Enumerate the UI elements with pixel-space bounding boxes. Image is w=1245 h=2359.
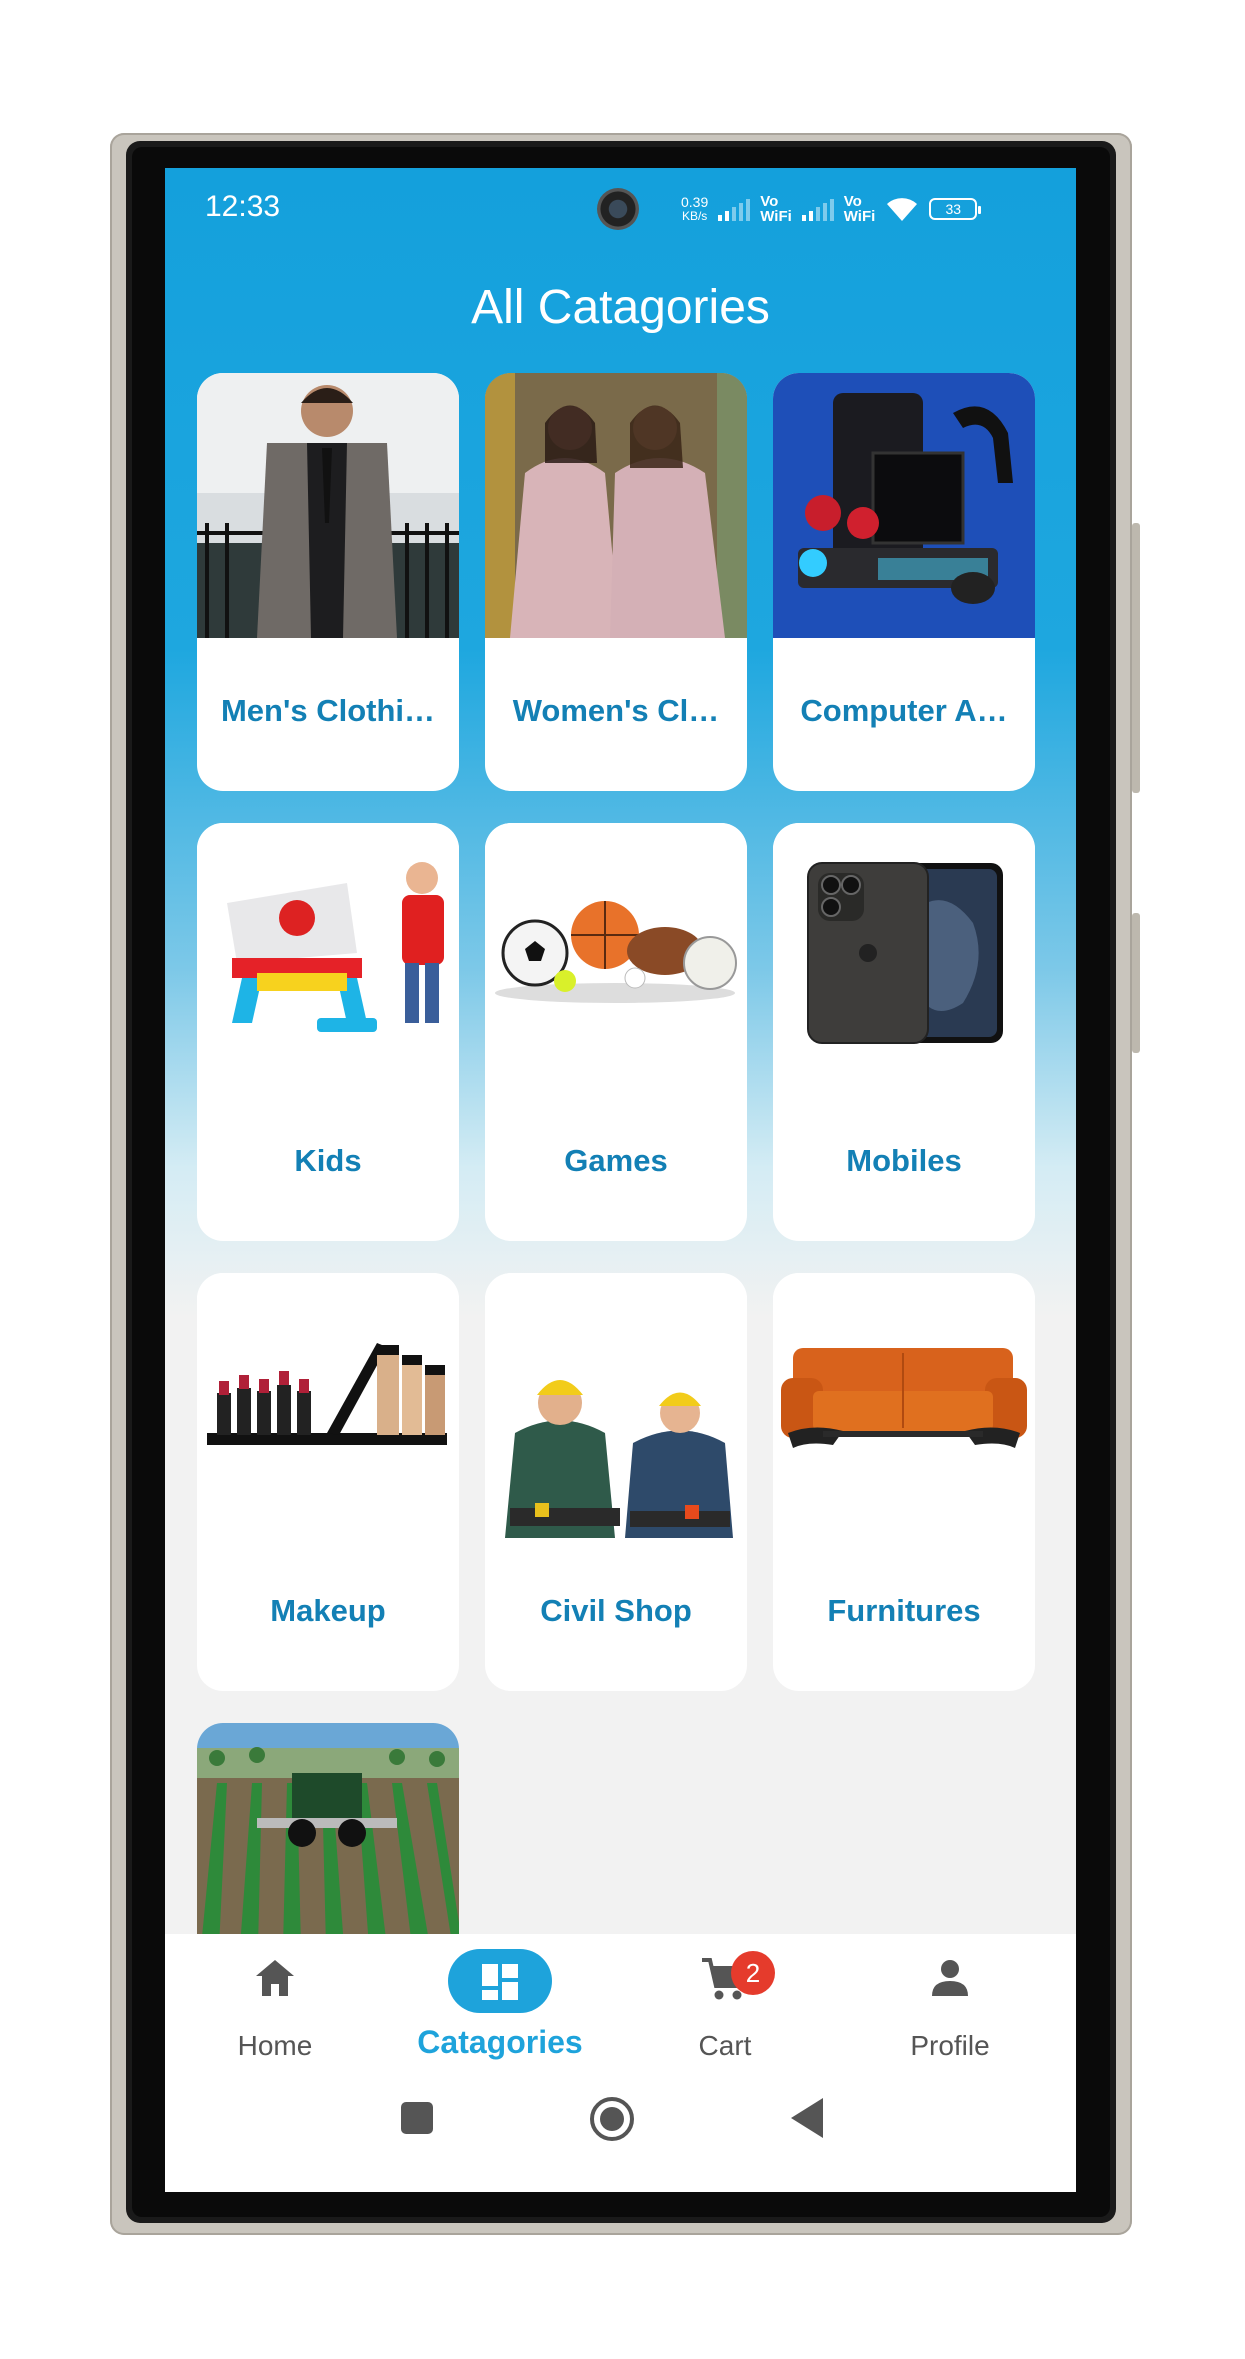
battery-level: 33 [945,201,962,217]
category-label: Men's Clothi… [220,693,436,728]
category-card-womens-clothing[interactable]: Women's Cl… [485,373,747,791]
recent-apps-icon[interactable] [399,2100,435,2136]
vowifi-icon-2: Vo WiFi [844,194,876,224]
nav-label: Catagories [417,2024,583,2060]
sofa-photo [773,1273,1035,1538]
volume-button [1132,523,1140,793]
category-label: Women's Cl… [512,693,720,728]
category-card-kids[interactable]: Kids [197,823,459,1241]
nav-label: Profile [910,2030,990,2061]
bottom-navigation: Home Catagories 2 Cart Profile [165,1934,1076,2074]
category-card-furnitures[interactable]: Furnitures [773,1273,1035,1691]
category-label: Kids [294,1143,362,1178]
category-label: Makeup [270,1593,386,1628]
signal-icon-2 [801,197,834,221]
games-balls-photo [485,823,747,1088]
nav-label: Home [237,2030,313,2061]
wifi-icon [887,198,918,221]
front-camera [597,188,639,230]
system-navigation-bar [165,2074,1076,2192]
status-bar: 12:33 0.39 KB/s Vo WiFi Vo WiFi 33 [165,168,1076,258]
nav-home[interactable]: Home [185,1934,365,2074]
category-card-games[interactable]: Games [485,823,747,1241]
category-card-civil-shop[interactable]: Civil Shop [485,1273,747,1691]
cart-badge: 2 [731,1951,775,1995]
nav-profile[interactable]: Profile [860,1934,1040,2074]
nav-cart[interactable]: 2 Cart [635,1934,815,2074]
vowifi-line2: WiFi [760,208,792,225]
category-label: Civil Shop [540,1593,692,1628]
civil-workers-photo [485,1273,747,1538]
category-card-computer-accessories[interactable]: Computer A… [773,373,1035,791]
grid-icon [482,1964,518,2000]
back-icon[interactable] [787,2096,827,2140]
category-label: Computer A… [800,693,1008,728]
makeup-photo [197,1273,459,1538]
vowifi-line2: WiFi [843,208,876,225]
vowifi-line1: Vo [843,193,862,210]
battery-icon: 33 [929,198,982,220]
signal-icon [718,197,751,221]
mobile-phone-photo [773,823,1035,1088]
network-speed: 0.39 KB/s [681,195,708,223]
status-time: 12:33 [205,190,281,223]
network-speed-value: 0.39 [681,194,709,210]
person-icon [932,1960,968,1996]
app-screen: 12:33 0.39 KB/s Vo WiFi Vo WiFi 33 All C… [165,168,1076,2192]
mens-clothing-photo [197,373,459,638]
category-label: Games [564,1143,668,1178]
womens-clothing-photo [485,373,747,638]
category-card-makeup[interactable]: Makeup [197,1273,459,1691]
network-speed-unit: KB/s [681,209,708,223]
category-label: Mobiles [846,1143,962,1178]
power-button [1132,913,1140,1053]
category-card-mobiles[interactable]: Mobiles [773,823,1035,1241]
computer-accessories-photo [773,373,1035,638]
kids-photo [197,823,459,1088]
vowifi-line1: Vo [760,193,779,210]
home-icon [256,1960,294,1996]
page-title: All Catagories [471,281,770,334]
category-label: Furnitures [827,1593,981,1628]
status-icons: 0.39 KB/s Vo WiFi Vo WiFi 33 [681,194,982,224]
home-button-icon[interactable] [589,2096,635,2142]
category-card-mens-clothing[interactable]: Men's Clothi… [197,373,459,791]
vowifi-icon: Vo WiFi [760,194,792,224]
nav-label: Cart [698,2030,752,2061]
nav-categories[interactable]: Catagories [410,1934,590,2074]
